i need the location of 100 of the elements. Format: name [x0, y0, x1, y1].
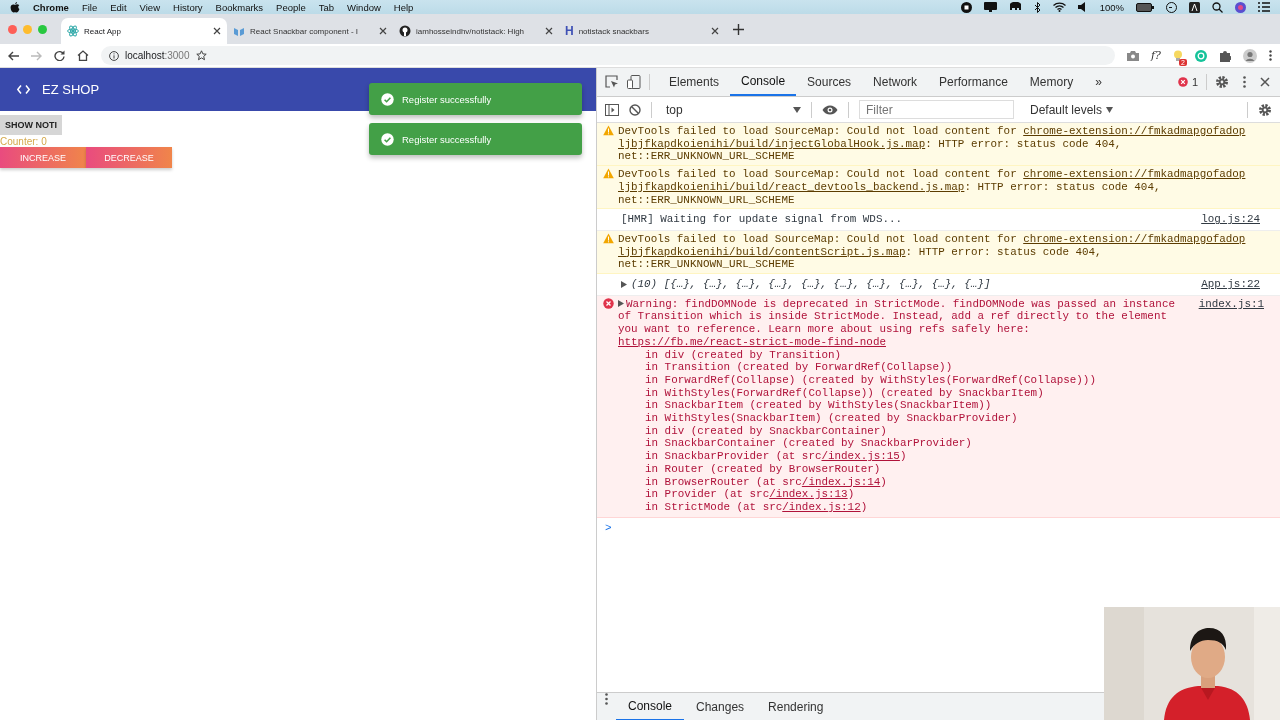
close-icon[interactable]	[379, 27, 387, 35]
menu-item[interactable]: Edit	[110, 1, 127, 13]
camera-icon[interactable]	[1127, 50, 1140, 61]
more-icon[interactable]	[605, 693, 608, 705]
check-circle-icon	[381, 132, 394, 146]
clear-console-icon[interactable]	[629, 103, 641, 116]
bluetooth-icon[interactable]	[1033, 1, 1041, 13]
close-icon[interactable]	[711, 27, 719, 35]
array-preview[interactable]: (10) [{…}, {…}, {…}, {…}, {…}, {…}, {…}, {…}, {…}, {…}]	[631, 278, 991, 291]
console-prompt[interactable]: >	[597, 517, 1280, 539]
keyboard-input-icon[interactable]	[1189, 1, 1200, 13]
apple-icon[interactable]	[10, 1, 20, 13]
sidebar-icon[interactable]	[605, 103, 619, 116]
menu-item[interactable]: File	[81, 1, 98, 13]
browser-tab[interactable]: H notistack snackbars	[559, 18, 725, 44]
link[interactable]: ljbjfkapdkoienihi/build/contentScript.js.map	[618, 245, 906, 258]
devtools-tab[interactable]: Network	[862, 68, 929, 96]
context-selector[interactable]: top	[662, 102, 801, 117]
drawer-tab[interactable]: Rendering	[756, 693, 836, 720]
devtools-tab[interactable]: Console	[730, 68, 797, 96]
battery-percentage: 100%	[1099, 1, 1124, 13]
close-icon[interactable]	[213, 27, 221, 35]
eye-icon[interactable]	[822, 104, 838, 115]
close-icon[interactable]	[1260, 77, 1270, 87]
menu-item[interactable]: Bookmarks	[215, 1, 264, 13]
link[interactable]: /index.js:12	[782, 501, 861, 513]
link[interactable]: /index.js:15	[821, 450, 900, 463]
link[interactable]: https://fb.me/react-strict-mode-	[618, 335, 828, 348]
drawer-tab[interactable]: Console	[616, 693, 685, 720]
devtools-tab[interactable]: Sources	[796, 68, 863, 96]
inspect-icon[interactable]	[605, 75, 619, 89]
warning-icon	[603, 232, 614, 244]
more-icon[interactable]	[1269, 50, 1272, 61]
list-icon[interactable]	[1258, 2, 1270, 12]
filter-field[interactable]: Filter	[859, 100, 1014, 119]
stack-line: in Transition (created by ForwardRef(Collapse))	[644, 361, 954, 374]
puzzle-icon[interactable]	[1219, 49, 1231, 62]
more-icon[interactable]	[1243, 76, 1246, 88]
reload-icon[interactable]	[54, 50, 65, 61]
menu-item[interactable]: Window	[347, 1, 381, 13]
clock-icon[interactable]	[1166, 1, 1177, 13]
lightbulb-icon[interactable]	[1173, 49, 1183, 62]
app-menu[interactable]: Chrome	[33, 1, 69, 13]
wifi-icon[interactable]	[1052, 2, 1066, 12]
plus-icon[interactable]	[733, 23, 744, 35]
devtools-tab[interactable]: Performance	[928, 68, 1019, 96]
error-icon	[1177, 77, 1188, 87]
cube-icon	[233, 25, 245, 37]
battery-icon[interactable]	[1136, 2, 1154, 12]
stack-line: in div (created by Transition)	[644, 348, 843, 362]
menu-item[interactable]: History	[173, 1, 203, 13]
settings-icon[interactable]	[1215, 75, 1229, 89]
search-icon[interactable]	[1212, 1, 1223, 13]
source-link[interactable]: App.js:22	[1201, 278, 1260, 291]
warning-icon	[603, 168, 614, 180]
devtools-tab[interactable]: Elements	[658, 68, 731, 96]
display-icon[interactable]	[983, 2, 997, 12]
devtools-tab[interactable]: Memory	[1018, 68, 1085, 96]
info-icon	[109, 50, 119, 61]
error-counter[interactable]: 1	[1177, 76, 1198, 88]
record-icon[interactable]	[960, 1, 972, 13]
link[interactable]: /index.js:13	[769, 488, 848, 501]
home-icon[interactable]	[77, 50, 89, 61]
browser-tab[interactable]: React Snackbar component - I	[227, 18, 393, 44]
star-icon[interactable]	[195, 50, 207, 61]
browser-tab[interactable]: React App	[61, 18, 227, 44]
link[interactable]: find-node	[827, 335, 886, 348]
device-toolbar-icon[interactable]	[627, 75, 641, 89]
show-notification-button[interactable]: SHOW NOTI	[0, 115, 62, 135]
link[interactable]: chrome-extension://fmkadmapgofadop	[1023, 168, 1246, 181]
link[interactable]: ljbjfkapdkoienihi/build/injectGlobalHook.js.map	[618, 137, 926, 150]
warning-message: DevTools failed to load SourceMap: Could not load content for chrome-extension://fmkadmapgofadop ljbjfkapdkoienihi/build/contentScript.js.map: HTTP error: status code 404, net::ERR_UNKNOWN_URL_SCHEME	[618, 232, 1247, 272]
menu-item[interactable]: People	[276, 1, 306, 13]
link[interactable]: chrome-extension://fmkadmapgofadop	[1023, 232, 1246, 245]
link[interactable]: ljbjfkapdkoienihi/build/react_devtools_backend.js.map	[618, 180, 965, 193]
formula-extension[interactable]: f?	[1151, 49, 1161, 62]
back-icon[interactable]	[8, 50, 19, 61]
volume-icon[interactable]	[1077, 2, 1088, 12]
more-tabs-button[interactable]: »	[1084, 68, 1113, 96]
menu-item[interactable]: Tab	[318, 1, 334, 13]
expand-triangle-icon[interactable]	[618, 299, 624, 307]
avatar-icon[interactable]	[1243, 48, 1257, 63]
stack-line: in Provider (at src/index.js:13)	[644, 488, 856, 501]
expand-triangle-icon[interactable]	[621, 280, 627, 288]
settings-icon[interactable]	[1258, 102, 1272, 117]
link[interactable]: chrome-extension://fmkadmapgofadop	[1023, 125, 1246, 137]
close-icon[interactable]	[545, 27, 553, 35]
address-bar[interactable]: localhost:3000	[101, 46, 1116, 65]
stack-line: in Router (created by BrowserRouter)	[644, 462, 882, 476]
link[interactable]: /index.js:14	[801, 475, 881, 488]
source-link[interactable]: index.js:1	[1198, 297, 1264, 311]
menu-item[interactable]: View	[139, 1, 160, 13]
stack-line: in WithStyles(ForwardRef(Collapse)) (created by SnackbarItem)	[644, 386, 1045, 400]
source-link[interactable]: log.js:24	[1201, 213, 1260, 226]
menu-item[interactable]: Help	[393, 1, 414, 13]
log-levels-dropdown[interactable]: Default levels	[1024, 101, 1120, 118]
snackbar-message: Register successfully	[402, 133, 492, 145]
siri-icon[interactable]	[1235, 1, 1246, 13]
browser-tab[interactable]: iamhosseindhv/notistack: High	[393, 18, 559, 44]
drawer-tab[interactable]: Changes	[684, 693, 757, 720]
